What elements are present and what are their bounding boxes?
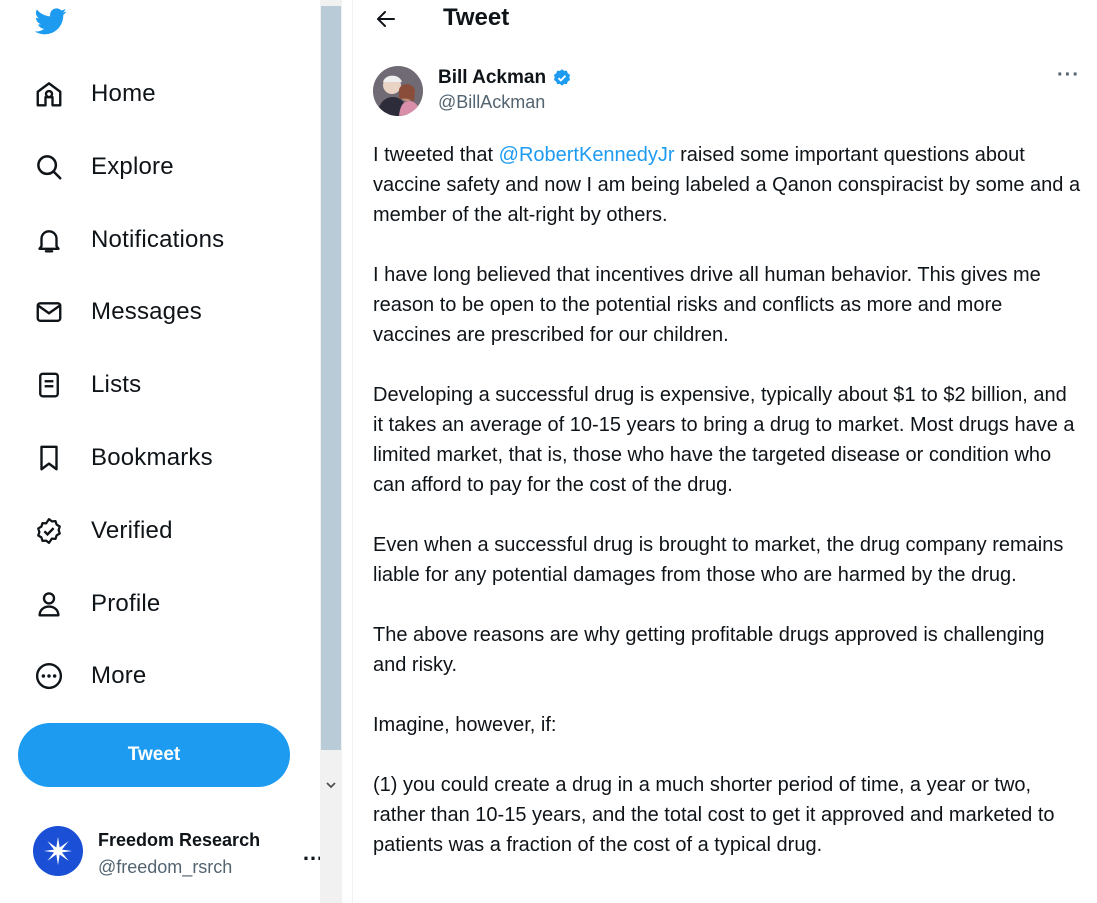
mention-link[interactable]: @RobertKennedyJr — [499, 144, 675, 166]
sidebar-item-label: Explore — [91, 153, 174, 180]
arrow-left-icon — [377, 11, 395, 27]
envelope-icon — [30, 293, 68, 331]
twitter-bird-icon[interactable] — [33, 5, 69, 37]
sidebar-item-label: Messages — [91, 298, 202, 325]
scrollbar[interactable] — [320, 0, 342, 903]
sidebar-item-verified[interactable]: Verified — [30, 506, 173, 556]
tweet-paragraph: (1) you could create a drug in a much sh… — [373, 774, 1055, 856]
bookmark-icon — [30, 439, 68, 477]
tweet-paragraph: Even when a successful drug is brought t… — [373, 534, 1064, 586]
avatar — [33, 826, 83, 876]
scroll-down-arrow-icon[interactable] — [320, 774, 342, 796]
text-segment: I tweeted that — [373, 144, 499, 166]
sidebar-item-bookmarks[interactable]: Bookmarks — [30, 433, 213, 483]
tweet-text: I tweeted that @RobertKennedyJr raised s… — [373, 140, 1081, 890]
sidebar-item-label: Home — [91, 80, 156, 107]
search-icon — [30, 148, 68, 186]
tweet-paragraph: Developing a successful drug is expensiv… — [373, 384, 1075, 496]
tweet-paragraph: I have long believed that incentives dri… — [373, 264, 1041, 346]
sidebar-item-label: Lists — [91, 371, 142, 398]
sidebar-item-lists[interactable]: Lists — [30, 360, 141, 410]
sidebar-item-notifications[interactable]: Notifications — [30, 215, 224, 265]
tweet-paragraph: I tweeted that @RobertKennedyJr raised s… — [373, 140, 1081, 230]
tweet-paragraph: The above reasons are why getting profit… — [373, 624, 1045, 676]
sidebar-item-explore[interactable]: Explore — [30, 142, 174, 192]
list-icon — [30, 366, 68, 404]
sidebar-item-label: More — [91, 662, 147, 689]
back-button[interactable] — [371, 4, 401, 34]
sidebar-item-label: Profile — [91, 590, 161, 617]
sidebar-item-label: Notifications — [91, 226, 225, 253]
sidebar: Home Explore Notifications Messages List… — [0, 0, 324, 903]
sidebar-item-label: Bookmarks — [91, 444, 213, 471]
bell-icon — [30, 221, 68, 259]
verified-badge-icon — [553, 69, 571, 86]
main-column: Tweet Bill Ackman @BillAckman ··· I twee… — [353, 0, 1097, 903]
tweet-compose-button[interactable]: Tweet — [18, 723, 290, 787]
home-icon — [30, 75, 68, 113]
author-avatar[interactable] — [373, 66, 423, 116]
page-title: Tweet — [443, 4, 510, 31]
verified-badge-icon — [30, 512, 68, 550]
scrollbar-thumb[interactable] — [321, 6, 341, 750]
star-logo-icon — [43, 836, 73, 866]
more-circle-icon — [30, 657, 68, 695]
author-name-row[interactable]: Bill Ackman — [438, 67, 572, 89]
tweet-paragraph: Imagine, however, if: — [373, 714, 557, 736]
account-switcher[interactable]: Freedom Research @freedom_rsrch … — [18, 812, 338, 892]
sidebar-item-profile[interactable]: Profile — [30, 579, 160, 629]
author-handle[interactable]: @BillAckman — [438, 92, 545, 113]
sidebar-item-more[interactable]: More — [30, 651, 146, 701]
person-icon — [30, 585, 68, 623]
sidebar-item-home[interactable]: Home — [30, 69, 156, 119]
account-handle: @freedom_rsrch — [98, 857, 233, 877]
sidebar-item-label: Verified — [91, 517, 173, 544]
more-options-icon[interactable]: ··· — [1057, 64, 1080, 87]
author-name[interactable]: Bill Ackman — [438, 67, 546, 89]
sidebar-item-messages[interactable]: Messages — [30, 287, 202, 337]
account-name: Freedom Research — [98, 830, 261, 850]
